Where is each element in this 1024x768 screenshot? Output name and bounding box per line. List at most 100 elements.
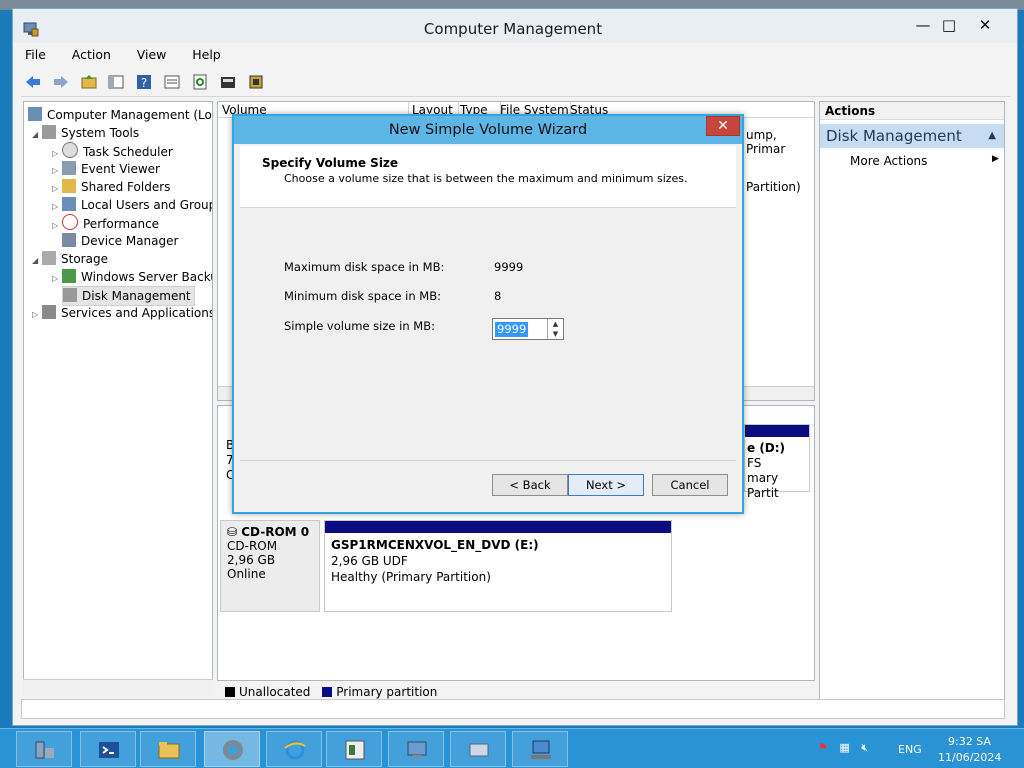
tree-local-users-groups[interactable]: ▷ Local Users and Groups — [52, 196, 212, 214]
expanded-arrow-icon[interactable]: ◢ — [32, 252, 42, 270]
tree-device-manager[interactable]: Device Manager — [62, 232, 178, 250]
taskbar-system-settings[interactable] — [388, 731, 444, 767]
computer-management-icon — [28, 107, 42, 121]
title-bar[interactable]: Computer Management — □ ✕ — [13, 9, 1017, 43]
stepper-up-icon[interactable]: ▲ — [548, 319, 563, 329]
tray-icons: ⚑ ▦ 🔇︎ — [818, 741, 868, 755]
taskbar-network[interactable] — [512, 731, 568, 767]
more-actions-item[interactable]: More Actions — [850, 152, 927, 170]
event-viewer-icon — [345, 740, 365, 760]
wizard-heading: Specify Volume Size — [262, 156, 399, 170]
action-center-flag-icon[interactable]: ⚑ — [818, 741, 828, 754]
dialog-separator — [240, 460, 736, 461]
menu-bar: File Action View Help — [21, 47, 1011, 67]
tools-icon — [42, 125, 56, 139]
tree-system-tools[interactable]: ◢ System Tools — [32, 124, 139, 142]
tree-task-scheduler[interactable]: ▷ Task Scheduler — [52, 142, 173, 160]
dialog-close-button[interactable]: ✕ — [706, 116, 740, 136]
dialog-title-bar[interactable]: New Simple Volume Wizard ✕ — [234, 116, 742, 144]
close-button[interactable]: ✕ — [971, 15, 999, 37]
tree-horizontal-scrollbar[interactable] — [23, 679, 213, 696]
help-icon[interactable]: ? — [135, 73, 153, 91]
menu-action[interactable]: Action — [68, 47, 115, 62]
cancel-button[interactable]: Cancel — [652, 474, 728, 496]
expanded-arrow-icon[interactable]: ◢ — [32, 126, 42, 144]
storage-icon — [42, 251, 56, 265]
taskbar-storage-tool[interactable] — [450, 731, 506, 767]
storage-tool-icon — [469, 743, 489, 757]
tree-disk-management[interactable]: Disk Management — [62, 286, 195, 306]
backup-icon — [62, 269, 76, 283]
services-icon — [42, 305, 56, 319]
control-panel-icon — [407, 741, 427, 758]
device-manager-icon — [62, 233, 76, 247]
collapsed-arrow-icon[interactable]: ▷ — [52, 270, 62, 288]
stepper-arrows[interactable]: ▲ ▼ — [547, 319, 563, 339]
refresh-icon[interactable] — [191, 73, 209, 91]
powershell-icon — [99, 742, 119, 758]
tree-root[interactable]: Computer Management (Local — [28, 106, 212, 124]
new-simple-volume-wizard: New Simple Volume Wizard ✕ Specify Volum… — [232, 114, 744, 514]
partition-bar — [325, 521, 671, 533]
maximize-button[interactable]: □ — [935, 15, 963, 37]
unallocated-swatch — [225, 687, 235, 697]
up-folder-icon[interactable] — [80, 73, 98, 91]
settings-icon[interactable] — [247, 73, 265, 91]
server-manager-icon — [35, 741, 54, 759]
taskbar-file-explorer[interactable] — [140, 731, 196, 767]
tree-event-viewer[interactable]: ▷ Event Viewer — [52, 160, 160, 178]
menu-help[interactable]: Help — [188, 47, 225, 62]
stepper-down-icon[interactable]: ▼ — [548, 329, 563, 339]
tree-performance[interactable]: ▷ Performance — [52, 214, 159, 232]
dialog-title: New Simple Volume Wizard — [388, 122, 588, 138]
taskbar-event-viewer[interactable] — [326, 731, 382, 767]
taskbar-computer-management[interactable] — [204, 731, 260, 767]
partition-d[interactable]: e (D:) FS mary Partit — [744, 424, 810, 500]
taskbar: ⚑ ▦ 🔇︎ ENG 9:32 SA 11/06/2024 — [0, 728, 1024, 768]
menu-file[interactable]: File — [21, 47, 50, 62]
partition-e[interactable]: GSP1RMCENXVOL_EN_DVD (E:) 2,96 GB UDF He… — [324, 520, 672, 612]
volume-size-stepper[interactable]: 9999 ▲ ▼ — [492, 318, 564, 340]
back-arrow-icon[interactable] — [24, 73, 42, 91]
volume-size-input[interactable]: 9999 — [495, 322, 529, 337]
disk-management-icon — [63, 288, 77, 302]
next-button[interactable]: Next > — [568, 474, 644, 496]
tree-services-applications[interactable]: ▷ Services and Applications — [32, 304, 212, 324]
collapse-arrow-icon[interactable]: ▲ — [988, 124, 996, 148]
folder-icon — [158, 742, 180, 759]
menu-view[interactable]: View — [133, 47, 171, 62]
tree-shared-folders[interactable]: ▷ Shared Folders — [52, 178, 170, 196]
taskbar-internet-explorer[interactable] — [266, 731, 322, 767]
cdrom-disk-label[interactable]: ⛁ CD-ROM 0 CD-ROM 2,96 GB Online — [220, 520, 320, 612]
taskbar-powershell[interactable] — [80, 731, 136, 767]
partition-bar — [745, 425, 809, 437]
clock-time[interactable]: 9:32 SA — [948, 735, 991, 748]
window-title: Computer Management — [423, 20, 603, 38]
export-list-icon[interactable] — [219, 73, 237, 91]
taskbar-server-manager[interactable] — [16, 731, 72, 767]
volume-muted-icon[interactable]: 🔇︎ — [861, 741, 868, 754]
forward-arrow-icon[interactable] — [52, 73, 70, 91]
clock-date[interactable]: 11/06/2024 — [938, 751, 1001, 764]
actions-section-disk-management[interactable]: Disk Management ▲ — [820, 124, 1004, 148]
back-button[interactable]: < Back — [492, 474, 568, 496]
collapsed-arrow-icon[interactable]: ▷ — [32, 306, 42, 324]
wizard-header: Specify Volume Size Choose a volume size… — [240, 146, 736, 208]
tree-storage[interactable]: ◢ Storage — [32, 250, 108, 268]
properties-icon[interactable] — [163, 73, 181, 91]
computer-management-icon — [223, 740, 243, 760]
wizard-subheading: Choose a volume size that is between the… — [284, 172, 688, 185]
max-space-value: 9999 — [494, 260, 524, 274]
show-hide-console-tree-icon[interactable] — [107, 73, 125, 91]
input-language[interactable]: ENG — [898, 743, 922, 756]
min-space-value: 8 — [494, 289, 502, 303]
users-icon — [62, 197, 76, 211]
submenu-arrow-icon[interactable]: ▶ — [992, 154, 999, 164]
min-space-label: Minimum disk space in MB: — [284, 289, 441, 303]
volume-size-label: Simple volume size in MB: — [284, 319, 435, 333]
network-icon[interactable]: ▦ — [839, 741, 849, 754]
tree-windows-server-backup[interactable]: ▷ Windows Server Backup — [52, 268, 212, 288]
network-computer-icon — [531, 740, 551, 759]
minimize-button[interactable]: — — [909, 15, 937, 37]
collapsed-arrow-icon[interactable]: ▷ — [52, 217, 62, 235]
